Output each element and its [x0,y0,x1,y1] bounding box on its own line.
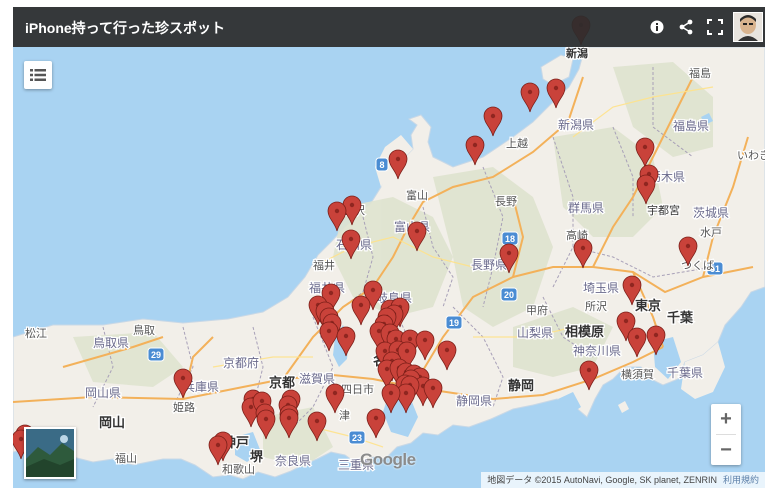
map-marker[interactable] [520,82,540,113]
map-label: 千葉 [667,310,694,325]
svg-text:29: 29 [151,350,161,360]
land-izu-oshima [618,401,629,413]
map-label: 新潟 [566,46,588,60]
list-icon [30,69,46,81]
svg-text:8: 8 [379,160,384,170]
route-shield: 23 [348,430,366,445]
google-logo: Google [360,450,416,469]
map-label: 鳥取県 [93,335,129,350]
map-label: 福山 [115,451,137,465]
map-label: 岡山 [99,415,125,430]
map-label: 群馬県 [568,201,604,215]
map-label: 堺 [250,449,264,464]
avatar[interactable] [733,12,763,42]
map-label: 甲府 [526,303,548,317]
map-label: 千葉県 [667,366,703,380]
street-view-thumbnail[interactable] [24,427,76,479]
map-label: 福井 [313,258,335,272]
legend-button[interactable] [24,61,52,89]
route-shield: 19 [445,315,463,330]
map-label: 岡山県 [85,386,121,400]
map-label: 京都 [269,375,295,390]
map-label: 四日市 [341,382,374,396]
map-label: 所沢 [585,299,607,313]
route-shield: 8 [375,157,389,172]
terms-link[interactable]: 利用規約 [723,475,759,485]
map-label: 水戸 [700,226,722,239]
svg-text:20: 20 [504,290,514,300]
map-label: 長野県 [471,258,507,272]
map-label: 長野 [495,195,517,208]
map-label: 富山 [406,188,428,202]
map-label: 松江 [25,326,47,340]
map-label: いわき [737,149,765,162]
map-label: 津 [339,409,350,422]
info-icon[interactable] [645,15,669,39]
map-canvas[interactable]: 18 29 23 19 20 51 8 新潟 福島 福島県 新潟県 上越 いわき… [13,7,765,488]
fullscreen-icon[interactable] [703,15,727,39]
map-label: 山梨県 [517,326,553,340]
map-attribution: 地図データ ©2015 AutoNavi, Google, SK planet,… [481,472,765,488]
map-marker[interactable] [483,106,503,137]
map-label: 静岡 [508,378,534,393]
map-label: 宇都宮 [647,203,680,217]
svg-text:18: 18 [505,234,515,244]
route-shield: 29 [147,347,165,362]
share-icon[interactable] [674,15,698,39]
map-label: 埼玉県 [583,281,619,295]
map-label: 横須賀 [621,367,654,381]
map-frame: 18 29 23 19 20 51 8 新潟 福島 福島県 新潟県 上越 いわき… [13,7,765,488]
map-title: iPhone持って行った珍スポット [25,20,225,36]
attribution-text: 地図データ ©2015 AutoNavi, Google, SK planet,… [487,475,717,485]
map-label: 京都府 [223,355,259,370]
map-label: 福島 [689,66,711,80]
map-label: 和歌山 [222,462,255,476]
route-shield: 18 [501,231,519,246]
route-shield: 20 [500,287,518,302]
zoom-in-button[interactable]: + [711,404,741,434]
map-label: 神奈川県 [573,344,621,358]
map-label: 滋賀県 [299,372,335,386]
zoom-out-button[interactable]: − [711,435,741,465]
zoom-control: + − [711,404,741,465]
svg-text:23: 23 [352,433,362,443]
map-label: 新潟県 [558,117,594,132]
map-label: 奈良県 [275,453,311,468]
map-label: 福島県 [673,118,709,133]
map-label: 姫路 [173,400,195,414]
map-label: 上越 [506,136,528,150]
map-label: 茨城県 [693,206,729,220]
map-label: 静岡県 [456,394,492,408]
map-label: 相模原 [565,324,604,339]
map-label: 鳥取 [133,323,155,337]
map-label: 東京 [635,298,661,313]
svg-text:19: 19 [449,318,459,328]
map-header: iPhone持って行った珍スポット [13,7,765,47]
